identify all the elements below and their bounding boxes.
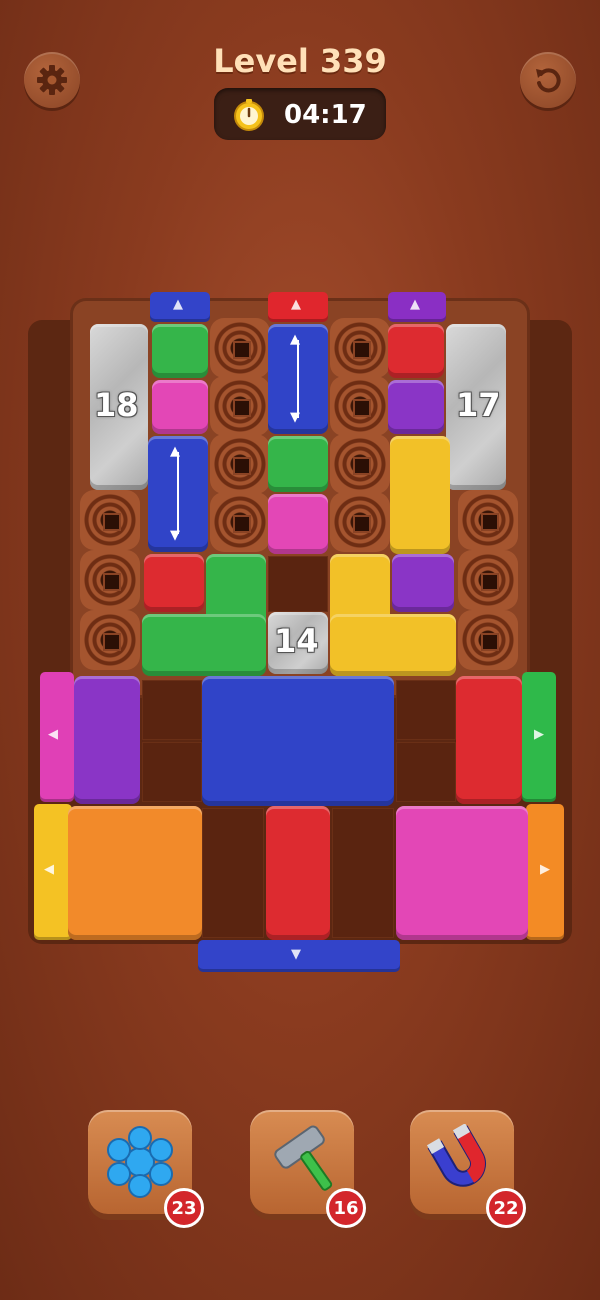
empty-cell: [142, 742, 202, 802]
green-block[interactable]: [268, 436, 328, 492]
magenta-square-block[interactable]: [396, 806, 528, 940]
blue-large-block[interactable]: [202, 676, 394, 806]
board-post: [80, 550, 140, 610]
magenta-block[interactable]: [268, 494, 328, 554]
hammer-booster-button[interactable]: 16: [250, 1110, 366, 1228]
empty-cell: [396, 680, 456, 740]
magenta-block[interactable]: [152, 380, 208, 434]
green-block[interactable]: [152, 324, 208, 378]
empty-cell: [396, 742, 456, 802]
empty-cell: [268, 556, 328, 612]
gate-left-yellow: ◀: [34, 804, 72, 940]
purple-vertical-block[interactable]: [74, 676, 140, 804]
gate-left-magenta: ◀: [40, 672, 74, 802]
hammer-count-badge: 16: [326, 1188, 366, 1228]
empty-cell: [202, 808, 264, 938]
restart-button[interactable]: [520, 52, 576, 108]
board-post: [210, 376, 270, 436]
purple-block[interactable]: [388, 380, 444, 434]
blue-vertical-block[interactable]: ▲ ▼: [268, 324, 328, 434]
board-post: [210, 434, 270, 494]
freeze-count-badge: 23: [164, 1188, 204, 1228]
gate-right-orange: ▶: [526, 804, 564, 940]
timer-value: 04:17: [284, 100, 367, 130]
stone-block-number: 14: [274, 622, 319, 660]
snowflake-icon: [107, 1126, 173, 1198]
magnet-icon: [426, 1124, 486, 1187]
board-post: [210, 318, 270, 378]
yellow-vertical-block[interactable]: [390, 436, 450, 554]
board-post: [458, 490, 518, 550]
board-post: [80, 490, 140, 550]
gate-right-green: ▶: [522, 672, 556, 802]
empty-cell: [142, 680, 202, 740]
yellow-l-block-base[interactable]: [330, 614, 456, 676]
board-post: [80, 610, 140, 670]
board-post: [458, 550, 518, 610]
gate-bottom-blue: ▼: [198, 940, 400, 972]
restart-icon: [536, 68, 561, 93]
magnet-booster-button[interactable]: 22: [410, 1110, 526, 1228]
level-title: Level 339: [213, 42, 387, 80]
orange-square-block[interactable]: [68, 806, 202, 940]
timer: 04:17: [214, 88, 386, 140]
blue-vertical-block[interactable]: ▲ ▼: [148, 436, 208, 552]
empty-cell: [332, 808, 394, 938]
red-vertical-block[interactable]: [456, 676, 522, 804]
board-post: [330, 492, 390, 552]
freeze-booster-button[interactable]: 23: [88, 1110, 204, 1228]
red-block[interactable]: [388, 324, 444, 378]
board-post: [330, 318, 390, 378]
board-post: [330, 376, 390, 436]
red-vertical-block[interactable]: [266, 806, 330, 940]
gate-top-blue: ▲: [150, 292, 210, 322]
stone-block-number: 17: [456, 386, 501, 424]
green-l-block-base[interactable]: [142, 614, 266, 676]
gate-top-purple: ▲: [388, 292, 446, 322]
stone-block-number: 18: [94, 386, 139, 424]
stone-block[interactable]: 18: [90, 324, 148, 490]
magnet-count-badge: 22: [486, 1188, 526, 1228]
stopwatch-icon: [234, 99, 264, 131]
gate-top-red: ▲: [268, 292, 328, 322]
stone-block[interactable]: 14: [268, 612, 328, 674]
purple-block[interactable]: [392, 554, 454, 612]
stone-block[interactable]: 17: [446, 324, 506, 490]
board-post: [330, 434, 390, 494]
board-post: [210, 492, 270, 552]
board-post: [458, 610, 518, 670]
hammer-icon: [274, 1125, 333, 1191]
